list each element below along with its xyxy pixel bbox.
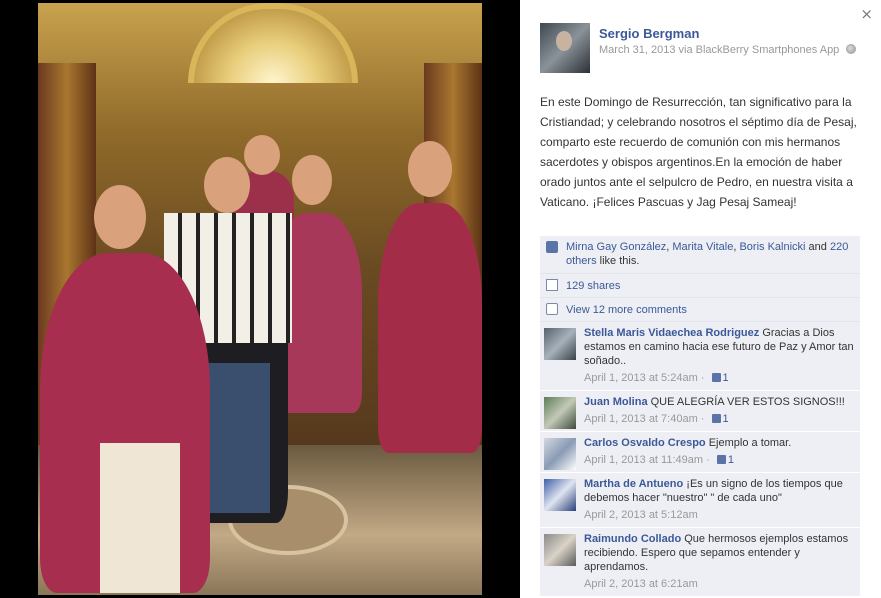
- comment-meta: April 1, 2013 at 11:49am · 1: [584, 454, 734, 466]
- comment-like-count[interactable]: 1: [713, 454, 734, 466]
- photo-arch: [188, 3, 358, 83]
- thumbs-up-icon: [711, 373, 721, 382]
- comment-like-number: 1: [722, 413, 729, 425]
- view-more-comments-link[interactable]: View 12 more comments: [566, 304, 687, 316]
- comment-like-number: 1: [727, 454, 734, 466]
- ufi-block: Mirna Gay González, Marita Vitale, Boris…: [540, 236, 860, 597]
- thumbs-up-icon: [546, 241, 558, 253]
- comment-icon: [546, 303, 558, 315]
- avatar[interactable]: [544, 534, 576, 566]
- likes-row: Mirna Gay González, Marita Vitale, Boris…: [540, 236, 860, 274]
- comment-meta: April 1, 2013 at 7:40am · 1: [584, 413, 729, 425]
- photo-person-priest-right: [378, 141, 482, 453]
- avatar[interactable]: [544, 438, 576, 470]
- post-date[interactable]: March 31, 2013: [599, 44, 675, 56]
- shares-row: 129 shares: [540, 274, 860, 298]
- thumbs-up-icon: [711, 414, 721, 423]
- shares-link[interactable]: 129 shares: [566, 280, 620, 292]
- photo-person-priest-left: [40, 185, 210, 593]
- avatar[interactable]: [544, 479, 576, 511]
- photo-stage: [0, 0, 520, 598]
- close-icon[interactable]: ×: [860, 5, 873, 23]
- author-name[interactable]: Sergio Bergman: [599, 26, 856, 41]
- comment-like-count[interactable]: 1: [708, 372, 729, 384]
- comment-meta: April 1, 2013 at 5:24am · 1: [584, 372, 729, 384]
- comment-meta: April 2, 2013 at 5:12am: [584, 508, 854, 522]
- author-info: Sergio Bergman March 31, 2013 via BlackB…: [599, 23, 857, 73]
- liker-3[interactable]: Boris Kalnicki: [739, 241, 805, 253]
- likes-suffix: like this.: [596, 255, 640, 267]
- comment-date[interactable]: April 2, 2013 at 5:12am: [584, 509, 698, 521]
- comment-item: Martha de Antueno ¡Es un signo de los ti…: [540, 473, 860, 528]
- post-meta: March 31, 2013 via BlackBerry Smartphone…: [599, 44, 857, 56]
- comment-item: Raimundo Collado Que hermosos ejemplos e…: [540, 528, 860, 597]
- comment-date[interactable]: April 2, 2013 at 6:21am: [584, 578, 698, 590]
- view-more-row: View 12 more comments: [540, 298, 860, 322]
- share-icon: [546, 279, 558, 291]
- comment-item: Carlos Osvaldo Crespo Ejemplo a tomar. A…: [540, 432, 860, 473]
- comment-author[interactable]: Carlos Osvaldo Crespo: [584, 437, 706, 449]
- photo-person-head: [292, 155, 332, 205]
- liker-1[interactable]: Mirna Gay González: [566, 241, 666, 253]
- post-via: via BlackBerry Smartphones App: [678, 44, 840, 56]
- comment-like-number: 1: [722, 372, 729, 384]
- comment-item: Stella Maris Vidaechea Rodriguez Gracias…: [540, 322, 860, 391]
- comment-date[interactable]: April 1, 2013 at 5:24am: [584, 372, 698, 384]
- comment-author[interactable]: Raimundo Collado: [584, 533, 681, 545]
- photo-person-head: [94, 185, 146, 249]
- photo-person-head: [244, 135, 280, 175]
- liker-2[interactable]: Marita Vitale: [672, 241, 733, 253]
- comment-author[interactable]: Juan Molina: [584, 396, 648, 408]
- comment-text: QUE ALEGRÍA VER ESTOS SIGNOS!!!: [650, 396, 845, 408]
- comment-text: Ejemplo a tomar.: [708, 437, 792, 449]
- author-avatar[interactable]: [540, 23, 590, 73]
- comment-like-count[interactable]: 1: [708, 413, 729, 425]
- post-author: Sergio Bergman March 31, 2013 via BlackB…: [540, 23, 857, 73]
- post-side-panel: × Sergio Bergman March 31, 2013 via Blac…: [520, 0, 881, 598]
- comment-author[interactable]: Martha de Antueno: [584, 478, 683, 490]
- post-text: En este Domingo de Resurrección, tan sig…: [540, 95, 857, 209]
- thumbs-up-icon: [716, 455, 726, 464]
- comment-date[interactable]: April 1, 2013 at 7:40am: [584, 413, 698, 425]
- comment-meta: April 2, 2013 at 6:21am: [584, 577, 854, 591]
- comment-item: Juan Molina QUE ALEGRÍA VER ESTOS SIGNOS…: [540, 391, 860, 432]
- comment-author[interactable]: Stella Maris Vidaechea Rodriguez: [584, 327, 759, 339]
- like-and: and: [805, 241, 830, 253]
- photo-alb: [100, 443, 180, 593]
- comment-date[interactable]: April 1, 2013 at 11:49am: [584, 454, 703, 466]
- globe-icon: [846, 44, 857, 54]
- avatar[interactable]: [544, 328, 576, 360]
- avatar[interactable]: [544, 397, 576, 429]
- photo-person-head: [204, 157, 250, 213]
- photo-person-head: [408, 141, 452, 197]
- post-photo[interactable]: [38, 3, 482, 595]
